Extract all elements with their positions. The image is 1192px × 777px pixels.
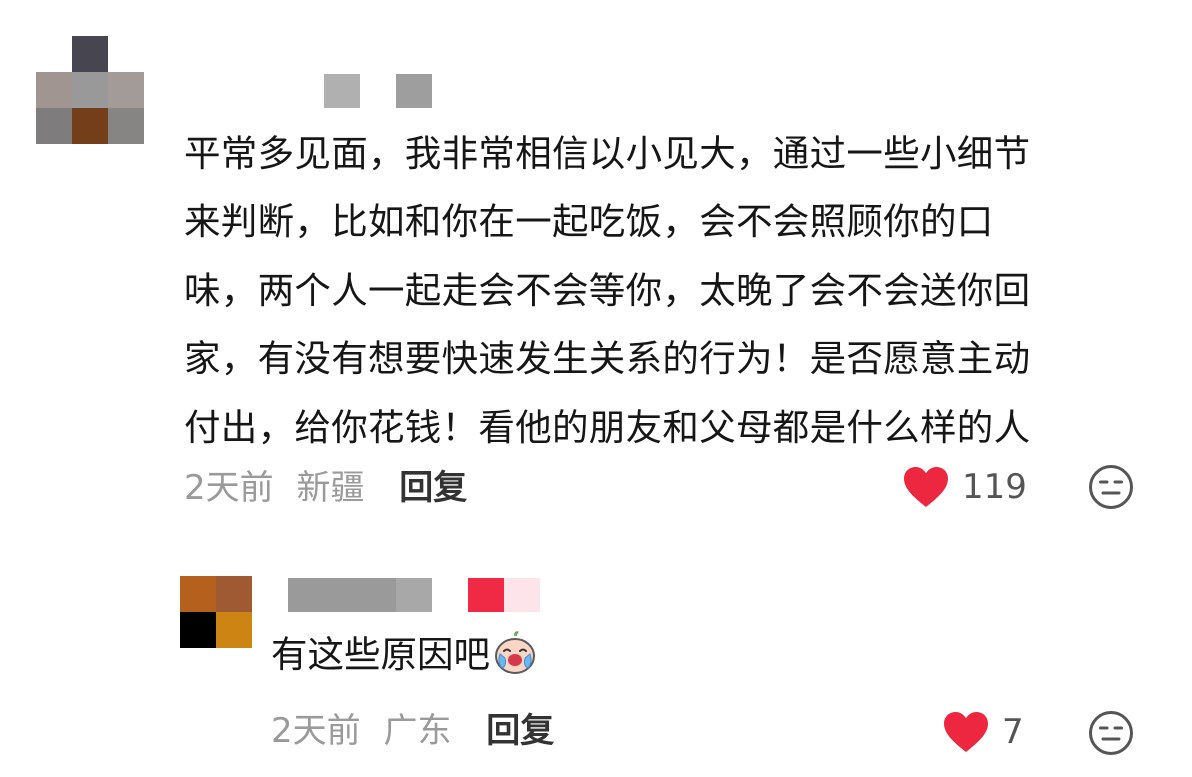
replier-avatar[interactable] [180, 576, 252, 648]
mosaic-pixel [36, 108, 72, 144]
mosaic-pixel [108, 108, 144, 144]
comment-text: 平常多见面，我非常相信以小见大，通过一些小细节 来判断，比如和你在一起吃饭，会不… [184, 120, 1150, 462]
comment-meta: 2天前 新疆 回复 [184, 468, 467, 508]
mosaic-pixel [108, 36, 144, 72]
dislike-face-icon[interactable] [1088, 710, 1134, 756]
dislike-face-icon[interactable] [1088, 464, 1134, 510]
mosaic-pixel [72, 36, 108, 72]
mosaic-pixel [72, 108, 108, 144]
commenter-name[interactable] [324, 74, 432, 108]
like-button[interactable]: 119 [902, 465, 1027, 509]
reply-button[interactable]: 回复 [486, 711, 554, 751]
replier-name[interactable] [288, 578, 432, 612]
commenter-avatar[interactable] [36, 36, 144, 144]
like-button[interactable]: 7 [942, 710, 1024, 754]
comment-line: 付出，给你花钱！看他的朋友和父母都是什么样的人 [184, 405, 1031, 449]
comment-line: 平常多见面，我非常相信以小见大，通过一些小细节 [184, 132, 1031, 175]
mosaic-pixel [360, 74, 396, 108]
mosaic-pixel [36, 72, 72, 108]
comment-line: 家，有没有想要快速发生关系的行为！是否愿意主动 [184, 337, 1031, 381]
like-count: 7 [1002, 712, 1024, 752]
mosaic-pixel [468, 578, 504, 612]
comment-location: 新疆 [296, 468, 365, 508]
mosaic-pixel [396, 74, 432, 108]
reply-meta: 2天前 广东 回复 [271, 711, 554, 751]
comment-line: 味，两个人一起走会不会等你，太晚了会不会送你回 [184, 268, 1031, 312]
reply-text-content: 有这些原因吧 [271, 633, 490, 676]
comment-time: 2天前 [184, 468, 274, 508]
mosaic-pixel [324, 578, 360, 612]
mosaic-pixel [180, 612, 216, 648]
mosaic-pixel [288, 578, 324, 612]
mosaic-pixel [108, 72, 144, 108]
reply-text: 有这些原因吧 [271, 630, 538, 680]
reply-location: 广东 [383, 711, 452, 751]
mosaic-pixel [36, 36, 72, 72]
crying-emoji-icon [495, 630, 535, 674]
reply-button[interactable]: 回复 [399, 468, 467, 508]
comment-line: 来判断，比如和你在一起吃饭，会不会照顾你的口 [184, 200, 994, 244]
mosaic-pixel [396, 578, 432, 612]
mosaic-pixel [180, 576, 216, 612]
heart-icon [944, 712, 988, 752]
mosaic-pixel [360, 578, 396, 612]
mosaic-pixel [216, 612, 252, 648]
mosaic-pixel [216, 576, 252, 612]
replier-badge [468, 578, 540, 612]
heart-icon [904, 467, 948, 507]
reply-time: 2天前 [271, 711, 361, 751]
mosaic-pixel [324, 74, 360, 108]
like-count: 119 [962, 467, 1027, 507]
mosaic-pixel [504, 578, 540, 612]
mosaic-pixel [72, 72, 108, 108]
